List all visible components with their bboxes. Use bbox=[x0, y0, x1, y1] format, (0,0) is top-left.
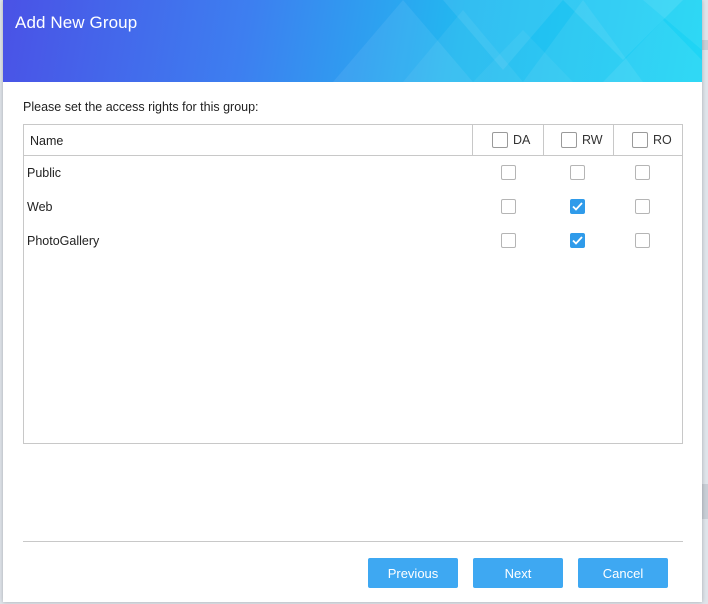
table-header: Name DA RW RO bbox=[24, 125, 682, 156]
next-button[interactable]: Next bbox=[473, 558, 563, 588]
folder-name: Web bbox=[27, 200, 53, 214]
footer-divider bbox=[23, 541, 683, 542]
da-checkbox[interactable] bbox=[501, 165, 516, 180]
background-window-edge bbox=[702, 40, 708, 50]
column-header-ro-label: RO bbox=[653, 133, 672, 147]
folder-name: PhotoGallery bbox=[27, 234, 100, 248]
rw-checkbox[interactable] bbox=[570, 165, 585, 180]
add-group-dialog: Add New Group Please set the access righ… bbox=[3, 0, 702, 602]
table-row: Web bbox=[24, 190, 682, 224]
access-rights-table: Name DA RW RO Public Web PhotoGallery bbox=[23, 124, 683, 444]
table-row: Public bbox=[24, 156, 682, 190]
dialog-title: Add New Group bbox=[15, 13, 138, 32]
cancel-button[interactable]: Cancel bbox=[578, 558, 668, 588]
select-all-da-checkbox[interactable] bbox=[492, 132, 508, 148]
rw-checkbox[interactable] bbox=[570, 233, 585, 248]
ro-checkbox[interactable] bbox=[635, 199, 650, 214]
da-checkbox[interactable] bbox=[501, 233, 516, 248]
column-divider bbox=[613, 125, 614, 155]
column-divider bbox=[543, 125, 544, 155]
background-window-edge bbox=[702, 484, 708, 519]
ro-checkbox[interactable] bbox=[635, 233, 650, 248]
da-checkbox[interactable] bbox=[501, 199, 516, 214]
rw-checkbox[interactable] bbox=[570, 199, 585, 214]
column-header-name: Name bbox=[30, 134, 64, 148]
folder-name: Public bbox=[27, 166, 62, 180]
column-header-ro: RO bbox=[632, 125, 672, 155]
table-row: PhotoGallery bbox=[24, 224, 682, 258]
dialog-header: Add New Group bbox=[3, 0, 702, 82]
checkmark-icon bbox=[572, 202, 583, 211]
instruction-text: Please set the access rights for this gr… bbox=[23, 100, 259, 114]
select-all-rw-checkbox[interactable] bbox=[561, 132, 577, 148]
ro-checkbox[interactable] bbox=[635, 165, 650, 180]
column-header-rw-label: RW bbox=[582, 133, 603, 147]
column-header-da-label: DA bbox=[513, 133, 531, 147]
previous-button[interactable]: Previous bbox=[368, 558, 458, 588]
column-header-da: DA bbox=[492, 125, 530, 155]
checkmark-icon bbox=[572, 236, 583, 245]
column-divider bbox=[472, 125, 473, 155]
column-header-rw: RW bbox=[561, 125, 603, 155]
select-all-ro-checkbox[interactable] bbox=[632, 132, 648, 148]
